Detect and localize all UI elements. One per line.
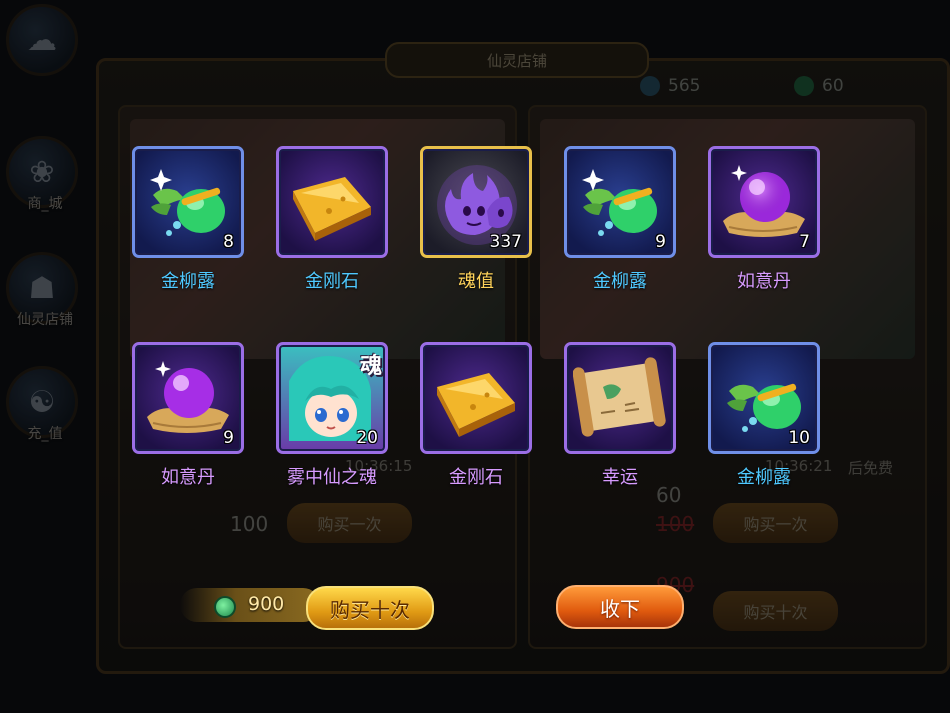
reward-frame (564, 342, 676, 454)
pill-orb-icon (147, 361, 229, 433)
reward-count: 9 (223, 428, 234, 448)
reward-count: 337 (489, 232, 522, 252)
reward-name: 魂值 (458, 271, 494, 292)
pill-orb-icon (723, 165, 805, 237)
reward-name: 金刚石 (449, 467, 503, 488)
scroll-icon (573, 357, 666, 437)
reward-frame (276, 146, 388, 258)
reward-item[interactable]: 7 如意丹 (708, 146, 824, 293)
reward-name: 金柳露 (161, 271, 215, 292)
reward-item[interactable]: 337 魂值 (420, 146, 536, 293)
reward-grid: 8 金柳露 金刚石 337 魂值 9 金柳露 7 如意丹 9 如意丹 魂 20 … (0, 0, 950, 713)
buy-ten-price: 900 (248, 593, 285, 615)
reward-name: 幸运 (602, 467, 638, 488)
jade-coin-icon (214, 596, 236, 618)
reward-name: 金刚石 (305, 271, 359, 292)
reward-name: 雾中仙之魂 (287, 467, 377, 488)
reward-count: 9 (655, 232, 666, 252)
reward-item[interactable]: 金刚石 (276, 146, 392, 293)
reward-frame: 7 (708, 146, 820, 258)
reward-frame: 9 (564, 146, 676, 258)
reward-item[interactable]: 9 金柳露 (564, 146, 680, 293)
reward-frame: 10 (708, 342, 820, 454)
reward-item[interactable]: 9 如意丹 (132, 342, 248, 489)
reward-frame: 魂 20 (276, 342, 388, 454)
reward-frame (420, 342, 532, 454)
reward-frame: 337 (420, 146, 532, 258)
buy-ten-button[interactable]: 购买十次 (306, 586, 434, 630)
reward-name: 金柳露 (737, 467, 791, 488)
gold-stone-icon (437, 373, 515, 437)
collect-button[interactable]: 收下 (556, 585, 684, 629)
gold-stone-icon (293, 177, 371, 241)
reward-count: 8 (223, 232, 234, 252)
reward-frame: 8 (132, 146, 244, 258)
reward-count: 20 (356, 428, 378, 448)
soul-tag: 魂 (359, 354, 382, 379)
reward-name: 金柳露 (593, 271, 647, 292)
gourd-icon (150, 169, 225, 236)
reward-frame: 9 (132, 342, 244, 454)
reward-item[interactable]: 8 金柳露 (132, 146, 248, 293)
reward-item[interactable]: 金刚石 (420, 342, 536, 489)
reward-item[interactable]: 幸运 (564, 342, 680, 489)
reward-name: 如意丹 (161, 467, 215, 488)
reward-count: 10 (788, 428, 810, 448)
reward-name: 如意丹 (737, 271, 791, 292)
reward-item[interactable]: 10 金柳露 (708, 342, 824, 489)
reward-count: 7 (799, 232, 810, 252)
gourd-icon (582, 169, 657, 236)
reward-item[interactable]: 魂 20 雾中仙之魂 (276, 342, 392, 489)
